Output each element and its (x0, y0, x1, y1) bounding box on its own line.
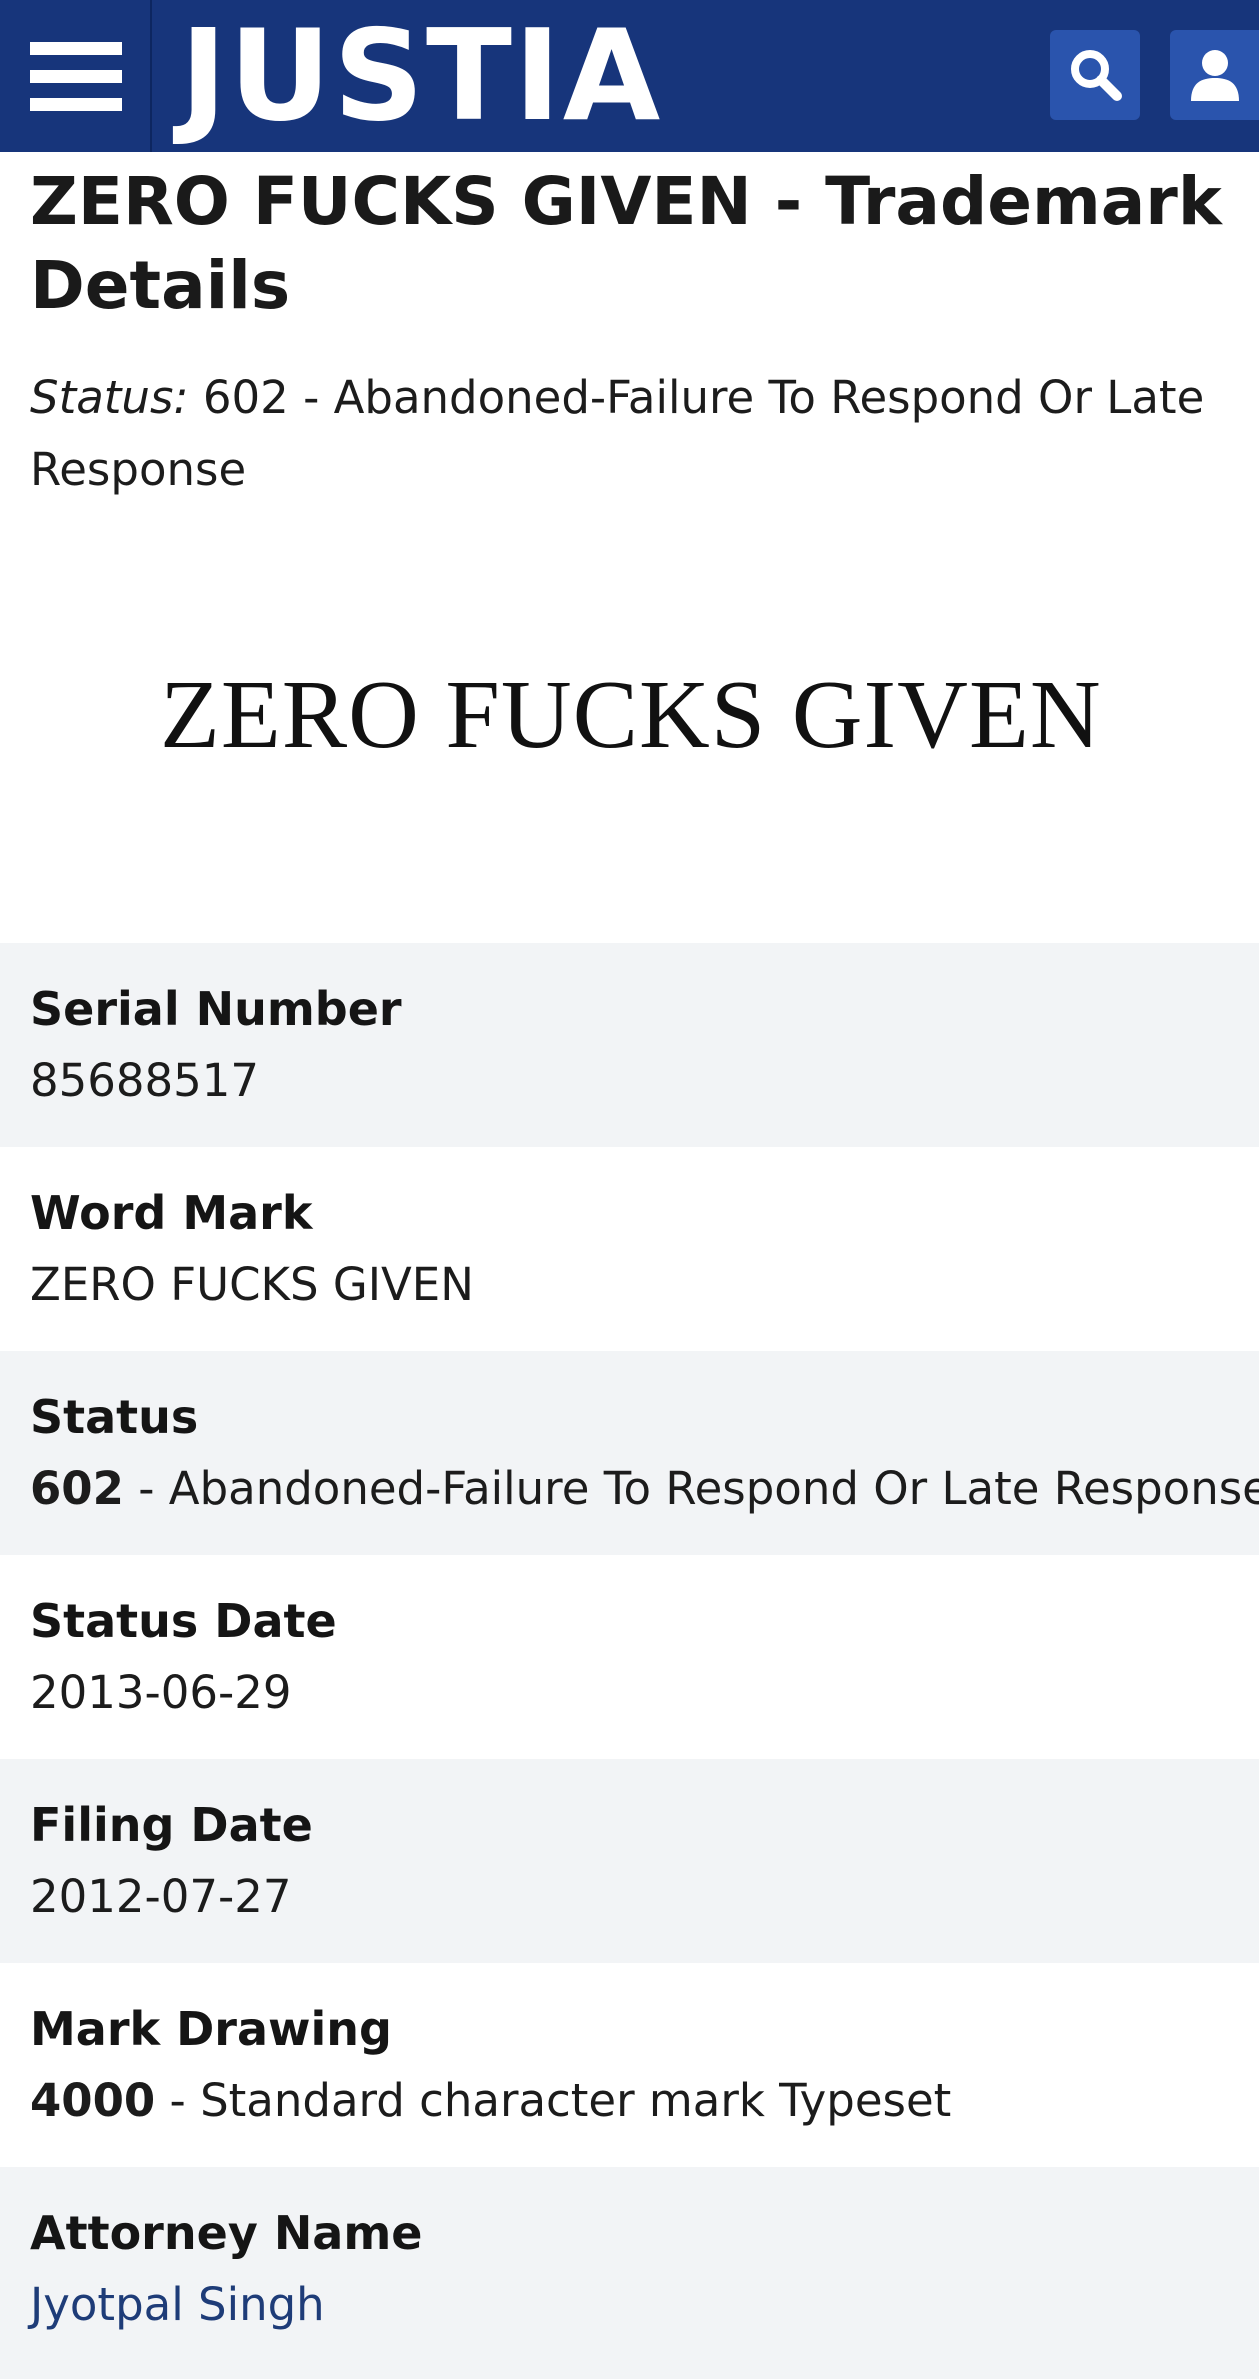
hamburger-menu-icon[interactable] (0, 0, 152, 152)
status-description: - Abandoned-Failure To Respond Or Late R… (123, 1462, 1259, 1515)
filing-date-value: 2012-07-27 (30, 1870, 292, 1923)
detail-row-serial-number: Serial Number 85688517 (0, 943, 1259, 1147)
menu-bar (30, 70, 122, 83)
account-button[interactable] (1170, 30, 1259, 120)
detail-label: Mark Drawing (30, 2002, 392, 2056)
detail-value: 4000 - Standard character mark Typeset (30, 2065, 1259, 2137)
detail-row-mark-drawing: Mark Drawing 4000 - Standard character m… (0, 1963, 1259, 2167)
mark-drawing-description: - Standard character mark Typeset (155, 2074, 952, 2127)
detail-value: 2013-06-29 (30, 1657, 1259, 1729)
user-icon (1191, 50, 1239, 101)
justia-logo[interactable]: JUSTIA (180, 6, 662, 146)
detail-row-status: Status 602 - Abandoned-Failure To Respon… (0, 1351, 1259, 1555)
detail-value: 602 - Abandoned-Failure To Respond Or La… (30, 1453, 1259, 1525)
detail-row-status-date: Status Date 2013-06-29 (0, 1555, 1259, 1759)
detail-value: 2012-07-27 (30, 1861, 1259, 1933)
detail-value: ZERO FUCKS GIVEN (30, 1249, 1259, 1321)
mark-drawing-code: 4000 (30, 2074, 156, 2127)
detail-value: 85688517 (30, 1045, 1259, 1117)
status-summary: Status: 602 - Abandoned-Failure To Respo… (30, 362, 1230, 506)
site-header: JUSTIA (0, 0, 1259, 152)
attorney-name-link[interactable]: Jyotpal Singh (30, 2278, 325, 2331)
detail-row-word-mark: Word Mark ZERO FUCKS GIVEN (0, 1147, 1259, 1351)
word-mark-value: ZERO FUCKS GIVEN (30, 1258, 474, 1311)
search-icon (1071, 50, 1122, 101)
search-button[interactable] (1050, 30, 1140, 120)
serial-number-value: 85688517 (30, 1054, 260, 1107)
detail-label: Word Mark (30, 1186, 313, 1240)
detail-label: Attorney Name (30, 2206, 423, 2260)
menu-bar (30, 42, 122, 55)
status-code: 602 (30, 1462, 124, 1515)
status-text: 602 - Abandoned-Failure To Respond Or La… (30, 371, 1205, 496)
detail-label: Status (30, 1390, 199, 1444)
status-date-value: 2013-06-29 (30, 1666, 292, 1719)
menu-bar (30, 98, 122, 111)
detail-row-attorney-name: Attorney Name Jyotpal Singh (0, 2167, 1259, 2379)
detail-value: Jyotpal Singh (30, 2269, 1259, 2341)
detail-label: Status Date (30, 1594, 337, 1648)
detail-label: Filing Date (30, 1798, 313, 1852)
page-title: ZERO FUCKS GIVEN - Trademark Details (30, 163, 1222, 324)
detail-row-filing-date: Filing Date 2012-07-27 (0, 1759, 1259, 1963)
trademark-image-text: ZERO FUCKS GIVEN (160, 661, 1102, 769)
detail-label: Serial Number (30, 982, 402, 1036)
trademark-image: ZERO FUCKS GIVEN (160, 640, 1160, 790)
status-label: Status: (30, 371, 189, 424)
